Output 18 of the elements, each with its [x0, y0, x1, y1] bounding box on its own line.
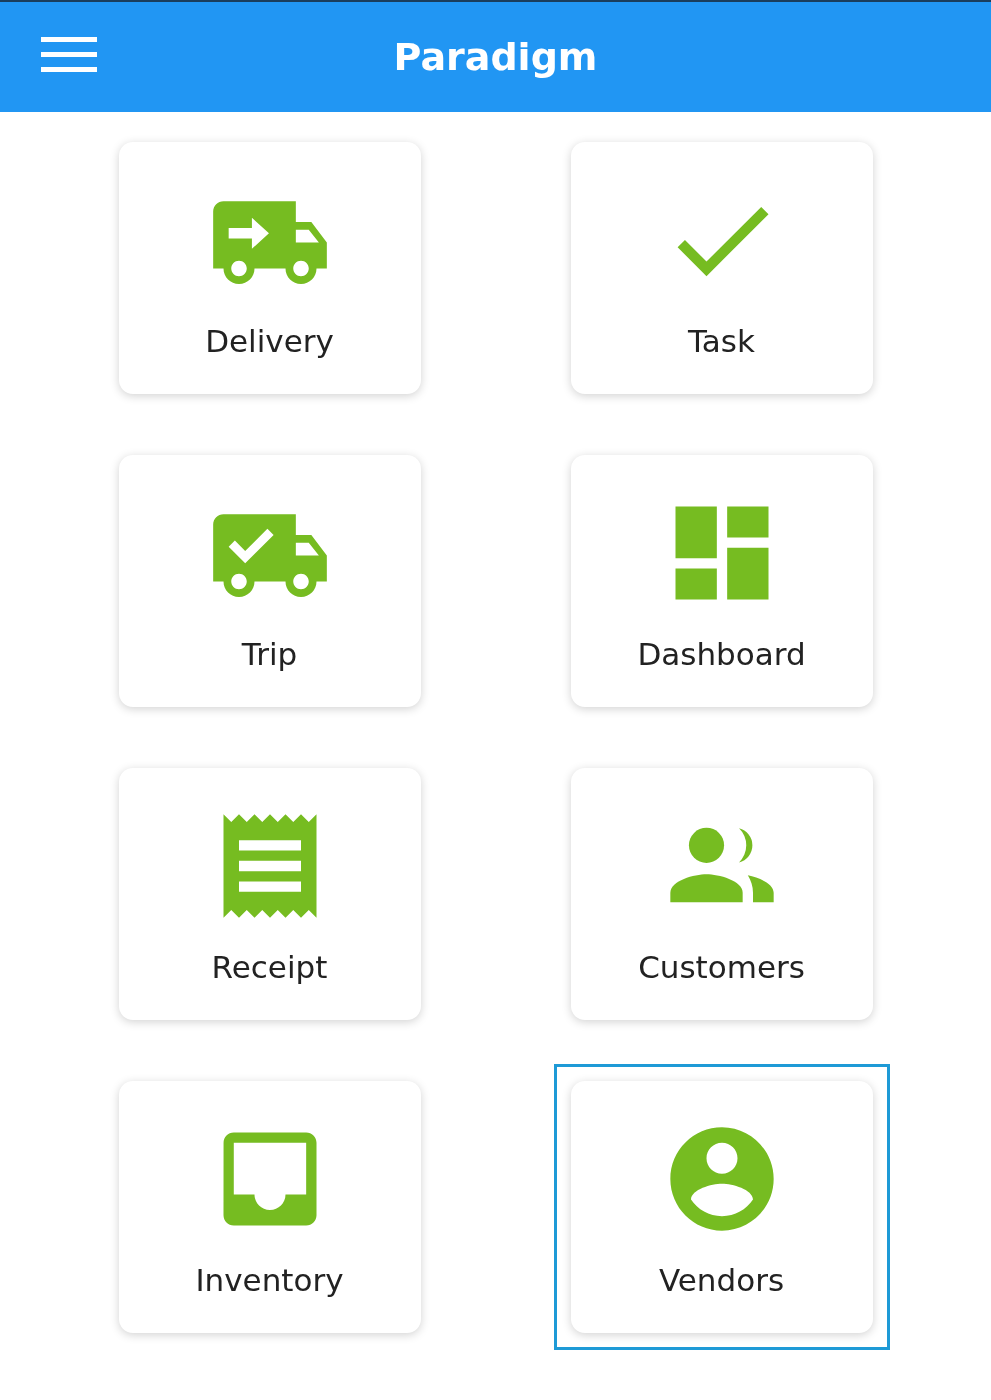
menu-tile[interactable]: Delivery: [101, 125, 438, 411]
menu-tile[interactable]: Vendors: [553, 1064, 890, 1350]
tile-label: Dashboard: [637, 634, 806, 674]
menu-tile[interactable]: Task: [553, 125, 890, 411]
menu-tile[interactable]: Dashboard: [553, 438, 890, 724]
tile-label: Inventory: [195, 1260, 344, 1300]
tile-label: Vendors: [658, 1260, 785, 1300]
app-title: Paradigm: [393, 33, 598, 81]
menu-tile[interactable]: Inventory: [101, 1064, 438, 1350]
menu-tile[interactable]: Trip: [101, 438, 438, 724]
menu-tile[interactable]: Customers: [553, 751, 890, 1037]
menu-icon: [41, 35, 97, 75]
menu-tile[interactable]: Receipt: [101, 751, 438, 1037]
tile-label: Customers: [638, 947, 805, 987]
tile-label: Task: [688, 321, 755, 361]
tile-label: Delivery: [205, 321, 334, 361]
tile-label: Receipt: [211, 947, 328, 987]
tile-label: Trip: [241, 634, 298, 674]
